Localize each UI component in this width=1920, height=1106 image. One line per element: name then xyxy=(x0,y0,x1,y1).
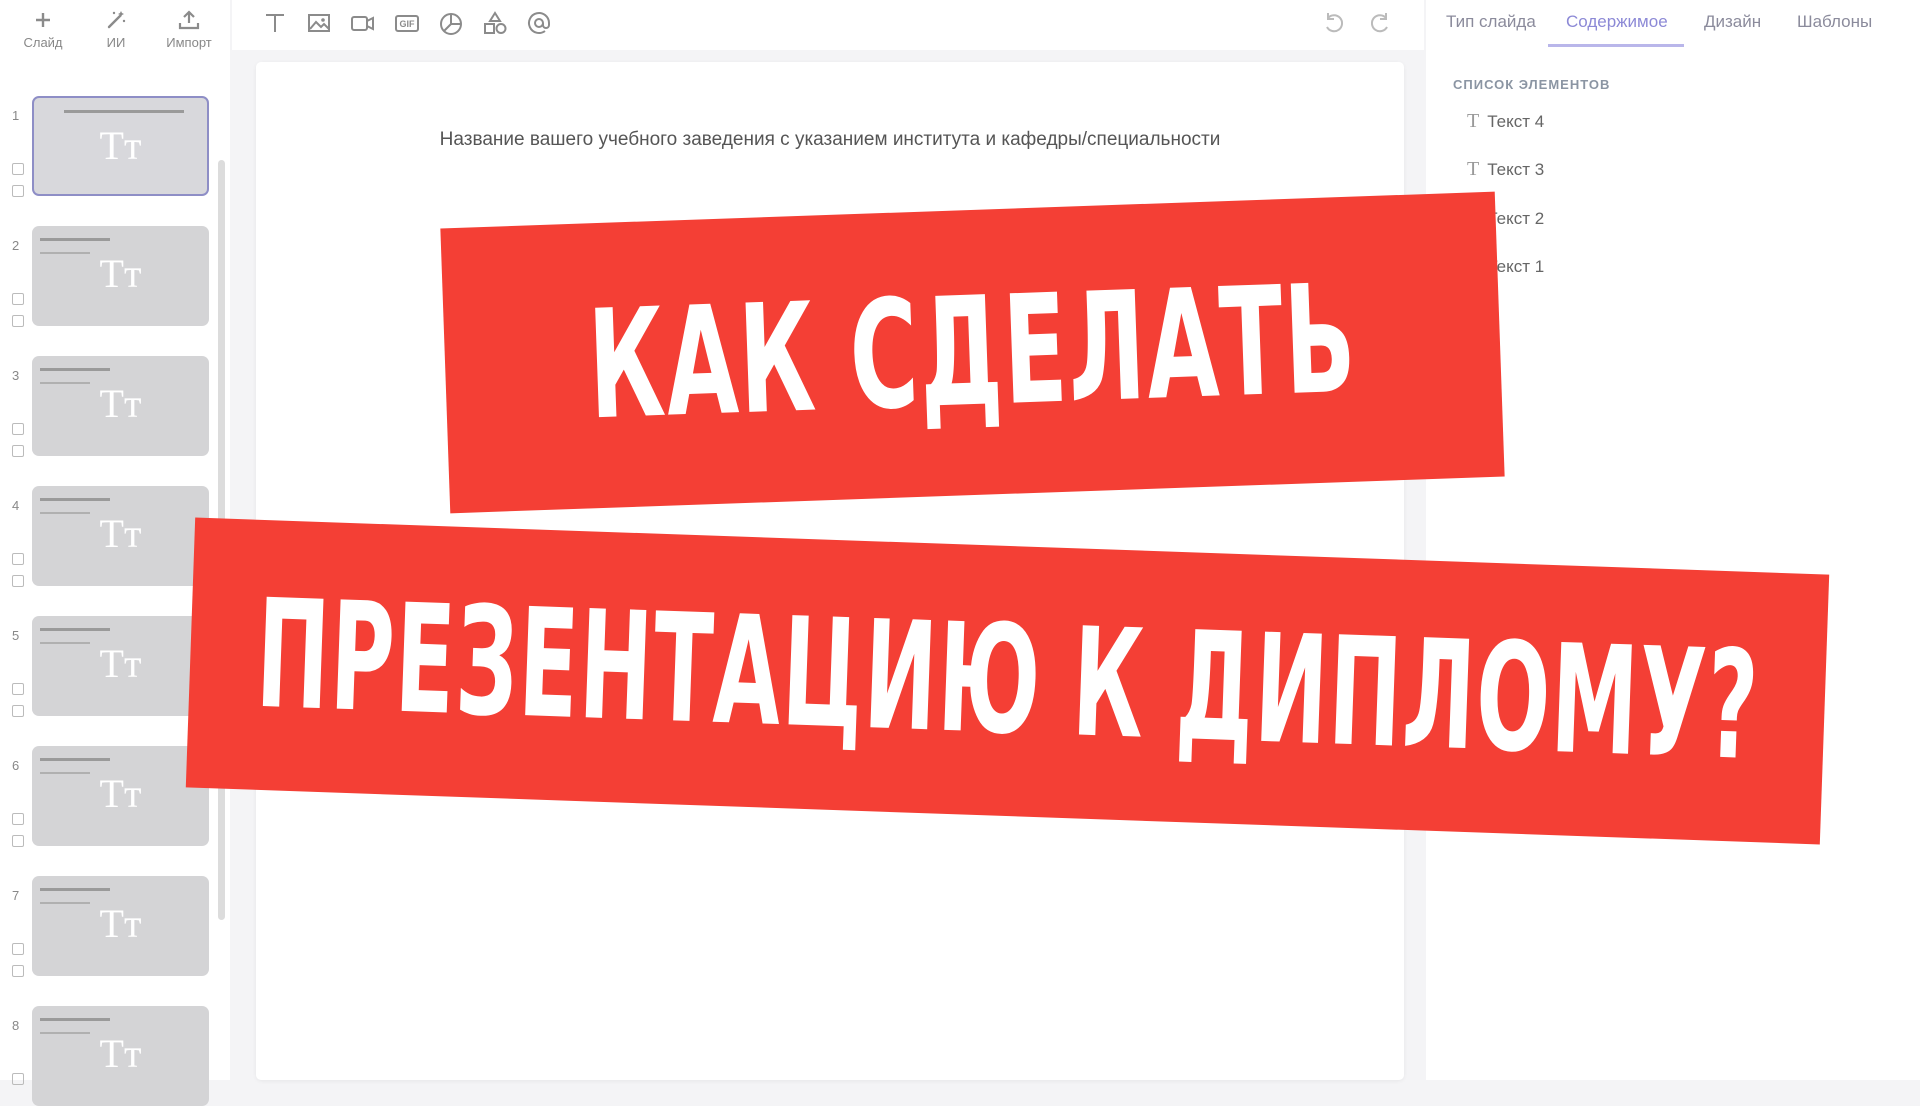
delete-slide-icon[interactable] xyxy=(12,965,24,977)
slide-number: 3 xyxy=(12,368,20,383)
tab-content[interactable]: Содержимое xyxy=(1566,12,1668,32)
duplicate-slide-icon[interactable] xyxy=(12,943,24,955)
delete-slide-icon[interactable] xyxy=(12,705,24,717)
magic-wand-icon xyxy=(107,11,126,29)
tab-templates[interactable]: Шаблоны xyxy=(1797,12,1872,32)
delete-slide-icon[interactable] xyxy=(12,185,24,197)
overlay-headline-line2: ПРЕЗЕНТАЦИЮ К ДИПЛОМУ? xyxy=(253,567,1762,795)
slide-thumbnail[interactable]: Tт xyxy=(32,96,209,196)
plus-icon xyxy=(36,13,50,27)
editor-toolbar: GIF xyxy=(232,0,1424,50)
text-element-icon: T xyxy=(1467,110,1480,132)
slide-number: 7 xyxy=(12,888,20,903)
active-tab-indicator xyxy=(1548,44,1684,47)
thumbnail-text-glyph: Tт xyxy=(99,1031,142,1076)
slide-thumbnail[interactable]: Tт xyxy=(32,876,209,976)
slide-thumbnail[interactable]: Tт xyxy=(32,616,209,716)
element-list-item[interactable]: T Текст 4 xyxy=(1467,110,1544,133)
tab-design[interactable]: Дизайн xyxy=(1704,12,1761,32)
image-tool-icon[interactable] xyxy=(306,10,334,38)
delete-slide-icon[interactable] xyxy=(12,315,24,327)
ai-label: ИИ xyxy=(106,35,126,50)
gif-tool-icon[interactable]: GIF xyxy=(394,10,422,38)
thumbnail-text-glyph: Tт xyxy=(99,251,142,296)
top-actions-bar: Слайд ИИ Импорт xyxy=(0,0,230,70)
mention-tool-icon[interactable] xyxy=(526,10,554,38)
duplicate-slide-icon[interactable] xyxy=(12,813,24,825)
elements-list-title: СПИСОК ЭЛЕМЕНТОВ xyxy=(1453,77,1611,92)
slide-number: 5 xyxy=(12,628,20,643)
thumbnail-text-glyph: Tт xyxy=(99,771,142,816)
slide-thumbnail[interactable]: Tт xyxy=(32,226,209,326)
duplicate-slide-icon[interactable] xyxy=(12,553,24,565)
video-tool-icon[interactable] xyxy=(350,10,378,38)
import-button[interactable]: Импорт xyxy=(154,10,224,60)
slide-thumbnail[interactable]: Tт xyxy=(32,746,209,846)
upload-icon xyxy=(178,10,200,30)
element-list-item[interactable]: T Текст 3 xyxy=(1467,158,1544,181)
element-label: Текст 3 xyxy=(1487,160,1545,179)
thumbnail-text-glyph: Tт xyxy=(99,381,142,426)
undo-icon[interactable] xyxy=(1322,10,1350,38)
slide-thumbnail[interactable]: Tт xyxy=(32,1006,209,1106)
delete-slide-icon[interactable] xyxy=(12,575,24,587)
slide-number: 4 xyxy=(12,498,20,513)
import-label: Импорт xyxy=(166,35,212,50)
slide-thumbnail[interactable]: Tт xyxy=(32,356,209,456)
slide-number: 1 xyxy=(12,108,20,123)
slide-number: 6 xyxy=(12,758,20,773)
thumbnail-text-line xyxy=(40,628,110,631)
delete-slide-icon[interactable] xyxy=(12,445,24,457)
tab-slide-type[interactable]: Тип слайда xyxy=(1446,12,1536,32)
delete-slide-icon[interactable] xyxy=(12,835,24,847)
overlay-banner-top: КАК СДЕЛАТЬ xyxy=(440,191,1505,514)
thumbnail-text-line xyxy=(40,758,110,761)
text-element-icon: T xyxy=(1467,158,1480,180)
thumbnail-text-glyph: Tт xyxy=(99,123,142,168)
slide-title-text[interactable]: Название вашего учебного заведения с ука… xyxy=(256,129,1404,151)
thumbnail-text-glyph: Tт xyxy=(99,901,142,946)
add-slide-button[interactable]: Слайд xyxy=(8,10,78,60)
thumbnail-text-glyph: Tт xyxy=(99,511,142,556)
duplicate-slide-icon[interactable] xyxy=(12,683,24,695)
thumbnail-text-line xyxy=(40,238,110,241)
duplicate-slide-icon[interactable] xyxy=(12,423,24,435)
add-slide-label: Слайд xyxy=(23,35,63,50)
slide-number: 2 xyxy=(12,238,20,253)
slide-thumbnail[interactable]: Tт xyxy=(32,486,209,586)
thumbnail-text-line xyxy=(40,368,110,371)
thumbnail-text-line xyxy=(40,498,110,501)
element-label: Текст 4 xyxy=(1487,112,1545,131)
thumbnail-text-line xyxy=(40,888,110,891)
duplicate-slide-icon[interactable] xyxy=(12,293,24,305)
slide-number: 8 xyxy=(12,1018,20,1033)
svg-text:GIF: GIF xyxy=(400,19,416,29)
thumbnail-text-glyph: Tт xyxy=(99,641,142,686)
chart-tool-icon[interactable] xyxy=(438,10,466,38)
ai-button[interactable]: ИИ xyxy=(81,10,151,60)
duplicate-slide-icon[interactable] xyxy=(12,1073,24,1085)
text-tool-icon[interactable] xyxy=(262,10,290,38)
overlay-headline-line1: КАК СДЕЛАТЬ xyxy=(585,252,1360,453)
thumbnail-text-line xyxy=(40,1018,110,1021)
shapes-tool-icon[interactable] xyxy=(482,10,510,38)
redo-icon[interactable] xyxy=(1366,10,1394,38)
thumbnail-text-line xyxy=(64,110,184,113)
overlay-banner-bottom: ПРЕЗЕНТАЦИЮ К ДИПЛОМУ? xyxy=(185,517,1830,845)
duplicate-slide-icon[interactable] xyxy=(12,163,24,175)
